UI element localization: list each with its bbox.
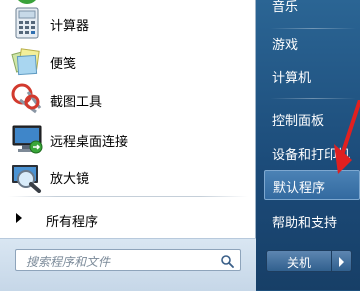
program-item-remote-desktop[interactable]: 远程桌面连接 — [6, 120, 250, 160]
program-item-calculator[interactable]: 计算器 — [6, 4, 250, 44]
right-item-help-support[interactable]: 帮助和支持 — [264, 206, 360, 236]
snipping-tool-icon — [10, 82, 44, 116]
right-item-label: 帮助和支持 — [272, 216, 338, 231]
shutdown-button[interactable]: 关机 — [266, 250, 332, 272]
all-programs-button[interactable]: 所有程序 — [6, 205, 250, 231]
program-item-snipping-tool[interactable]: 截图工具 — [6, 80, 250, 120]
program-item-sticky-notes[interactable]: 便笺 — [6, 42, 250, 82]
right-item-label: 计算机 — [272, 71, 312, 86]
right-item-games[interactable]: 游戏 — [264, 28, 360, 58]
search-input[interactable]: 搜索程序和文件 — [15, 249, 241, 271]
magnifier-icon — [10, 159, 44, 193]
program-label: 计算器 — [50, 19, 90, 34]
calculator-icon — [10, 6, 44, 40]
separator — [270, 98, 356, 99]
start-menu: 计算器 便笺 截图工具 远程桌面连接 放大镜 所有程序 搜索程序和文件 音乐 游… — [0, 0, 360, 291]
program-item-magnifier[interactable]: 放大镜 — [6, 157, 250, 197]
program-label: 远程桌面连接 — [50, 135, 129, 150]
sticky-notes-icon — [10, 44, 44, 78]
program-label: 便笺 — [50, 57, 77, 72]
search-area: 搜索程序和文件 — [0, 238, 256, 291]
all-programs-label: 所有程序 — [46, 215, 99, 230]
right-item-computer[interactable]: 计算机 — [264, 61, 360, 91]
divider — [8, 196, 248, 197]
shutdown-options-button[interactable] — [332, 250, 352, 272]
search-placeholder: 搜索程序和文件 — [26, 255, 111, 269]
shutdown-label: 关机 — [286, 256, 311, 270]
arrow-right-icon — [16, 213, 22, 223]
right-item-label: 音乐 — [272, 0, 299, 15]
annotation-arrow-icon — [334, 100, 360, 174]
arrow-right-icon — [339, 257, 344, 267]
program-label: 截图工具 — [50, 95, 103, 110]
right-item-music[interactable]: 音乐 — [264, 0, 360, 20]
remote-desktop-icon — [10, 122, 44, 156]
program-label: 放大镜 — [50, 172, 90, 187]
right-item-label: 游戏 — [272, 38, 299, 53]
search-icon[interactable] — [220, 253, 234, 268]
